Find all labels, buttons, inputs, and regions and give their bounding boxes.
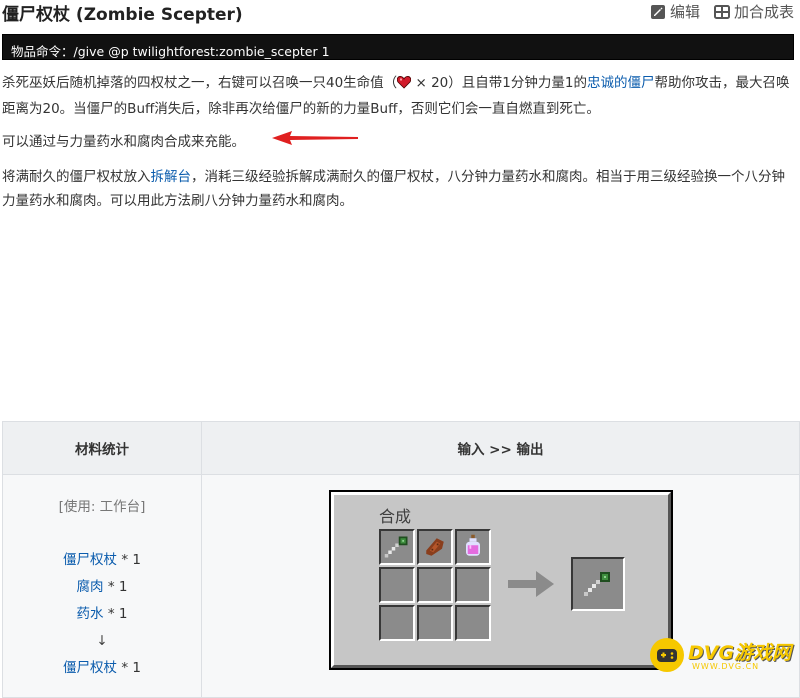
uncrafting-table-link[interactable]: 拆解台 — [151, 169, 192, 185]
recipe-table-header: 材料统计 输入 >> 输出 — [2, 421, 800, 475]
watermark-url: WWW.DVG.CN — [692, 662, 760, 671]
watermark: DVG游戏网 WWW.DVG.CN — [648, 632, 800, 680]
material-qty: * 1 — [103, 606, 128, 622]
crafting-arrow-icon — [508, 569, 556, 603]
crafting-slot[interactable] — [379, 605, 415, 641]
output-item: 僵尸权杖 * 1 — [4, 655, 200, 682]
material-link-potion[interactable]: 药水 — [77, 606, 104, 622]
gamepad-logo-icon — [650, 638, 684, 672]
zombie-scepter-result-icon — [584, 572, 610, 596]
output-link-zombie-scepter[interactable]: 僵尸权杖 — [63, 660, 117, 676]
rotten-flesh-icon — [426, 538, 444, 556]
crafting-slot[interactable] — [455, 567, 491, 603]
page-header: 僵尸权杖 (Zombie Scepter) 编辑 加合成表 — [0, 0, 800, 26]
add-table-label: 加合成表 — [733, 3, 794, 21]
description-paragraph-3: 将满耐久的僵尸权杖放入拆解台，消耗三级经验拆解成满耐久的僵尸权杖，八分钟力量药水… — [2, 165, 794, 213]
material-item: 药水 * 1 — [4, 601, 200, 628]
output-qty: * 1 — [117, 660, 141, 676]
potion-icon — [466, 534, 480, 556]
material-item: 腐肉 * 1 — [4, 574, 200, 601]
edit-button[interactable]: 编辑 — [650, 1, 700, 22]
command-text: /give @p twilightforest:zombie_scepter 1 — [73, 44, 330, 59]
crafting-slot[interactable] — [417, 567, 453, 603]
p3-text-1: 将满耐久的僵尸权杖放入 — [2, 169, 151, 185]
crafting-gui: 合成 — [329, 490, 673, 670]
watermark-text: DVG游戏网 — [688, 642, 792, 664]
item-command-bar: 物品命令：/give @p twilightforest:zombie_scep… — [2, 34, 794, 60]
p1-text-2: ）且自带1分钟力量1的 — [448, 75, 587, 91]
material-qty: * 1 — [117, 552, 141, 568]
p2-text: 可以通过与力量药水和腐肉合成来充能。 — [2, 134, 245, 150]
p1-text-1: 杀死巫妖后随机掉落的四权杖之一，右键可以召唤一只40生命值（ — [2, 75, 398, 91]
crafting-slot-zombie-scepter[interactable] — [379, 529, 415, 565]
heart-icon — [396, 73, 412, 97]
crafting-result-slot[interactable] — [571, 557, 625, 611]
crafting-label: 合成 — [379, 507, 412, 526]
crafting-slot[interactable] — [379, 567, 415, 603]
material-item: 僵尸权杖 * 1 — [4, 547, 200, 574]
description-paragraph-2: 可以通过与力量药水和腐肉合成来充能。 — [2, 130, 794, 154]
material-link-zombie-scepter[interactable]: 僵尸权杖 — [63, 552, 117, 568]
loyal-zombie-link[interactable]: 忠诚的僵尸 — [587, 75, 655, 91]
zombie-scepter-icon — [384, 536, 408, 558]
edit-icon — [650, 4, 666, 20]
crafting-station: [使用: 工作台] — [58, 499, 146, 515]
crafting-slot-rotten-flesh[interactable] — [417, 529, 453, 565]
io-column-header: 输入 >> 输出 — [201, 421, 800, 475]
material-qty: * 1 — [103, 579, 128, 595]
edit-label: 编辑 — [669, 3, 700, 21]
header-actions: 编辑 加合成表 — [650, 1, 794, 22]
add-recipe-table-button[interactable]: 加合成表 — [713, 1, 794, 22]
crafting-slot-potion[interactable] — [455, 529, 491, 565]
crafting-slot[interactable] — [417, 605, 453, 641]
material-link-rotten-flesh[interactable]: 腐肉 — [77, 579, 104, 595]
description-paragraph-1: 杀死巫妖后随机掉落的四权杖之一，右键可以召唤一只40生命值（ × 20）且自带1… — [2, 71, 794, 121]
table-icon — [713, 4, 730, 20]
page-title: 僵尸权杖 (Zombie Scepter) — [2, 5, 243, 25]
command-prefix: 物品命令： — [11, 44, 74, 59]
heart-count: × 20 — [415, 75, 449, 91]
annotation-arrow — [270, 130, 360, 150]
down-arrow: ↓ — [96, 633, 108, 649]
crafting-slot[interactable] — [455, 605, 491, 641]
crafting-grid — [379, 529, 491, 641]
materials-cell: [使用: 工作台] 僵尸权杖 * 1 腐肉 * 1 药水 * 1 ↓ 僵尸权杖 … — [2, 474, 202, 698]
materials-column-header: 材料统计 — [2, 421, 202, 475]
